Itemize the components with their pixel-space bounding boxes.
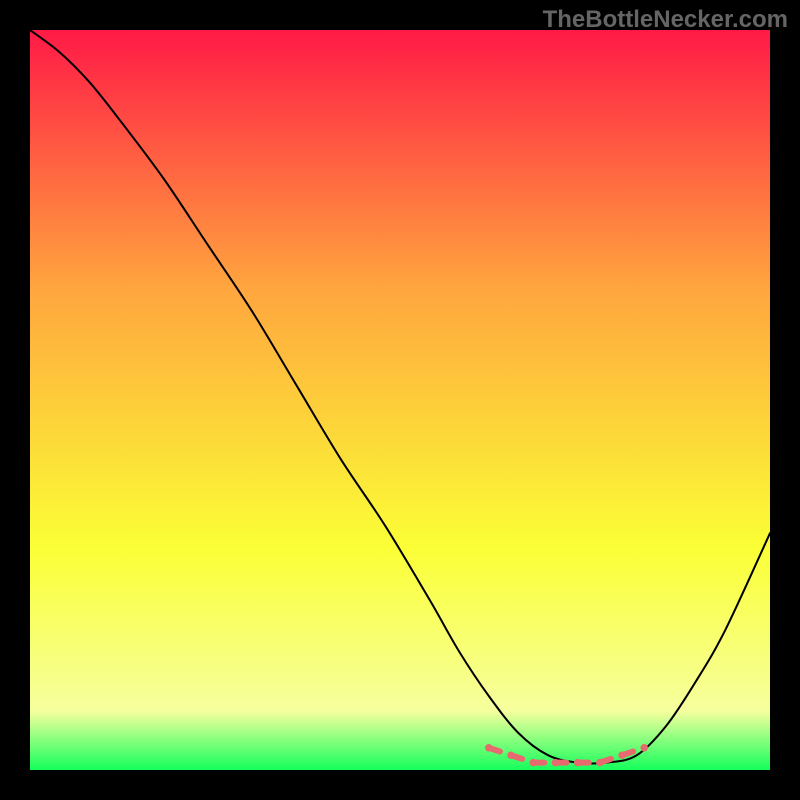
pink-valley-marker-dot [640, 744, 648, 752]
pink-valley-marker-seg [489, 748, 500, 752]
chart-svg [30, 30, 770, 770]
pink-valley-marker-seg [511, 755, 522, 759]
watermark-text: TheBottleNecker.com [543, 6, 788, 34]
pink-valley-marker-seg [600, 759, 611, 763]
chart-container: TheBottleNecker.com [0, 0, 800, 800]
plot-area [30, 30, 770, 770]
pink-valley-marker-seg [622, 752, 633, 756]
gradient-background [30, 30, 770, 770]
